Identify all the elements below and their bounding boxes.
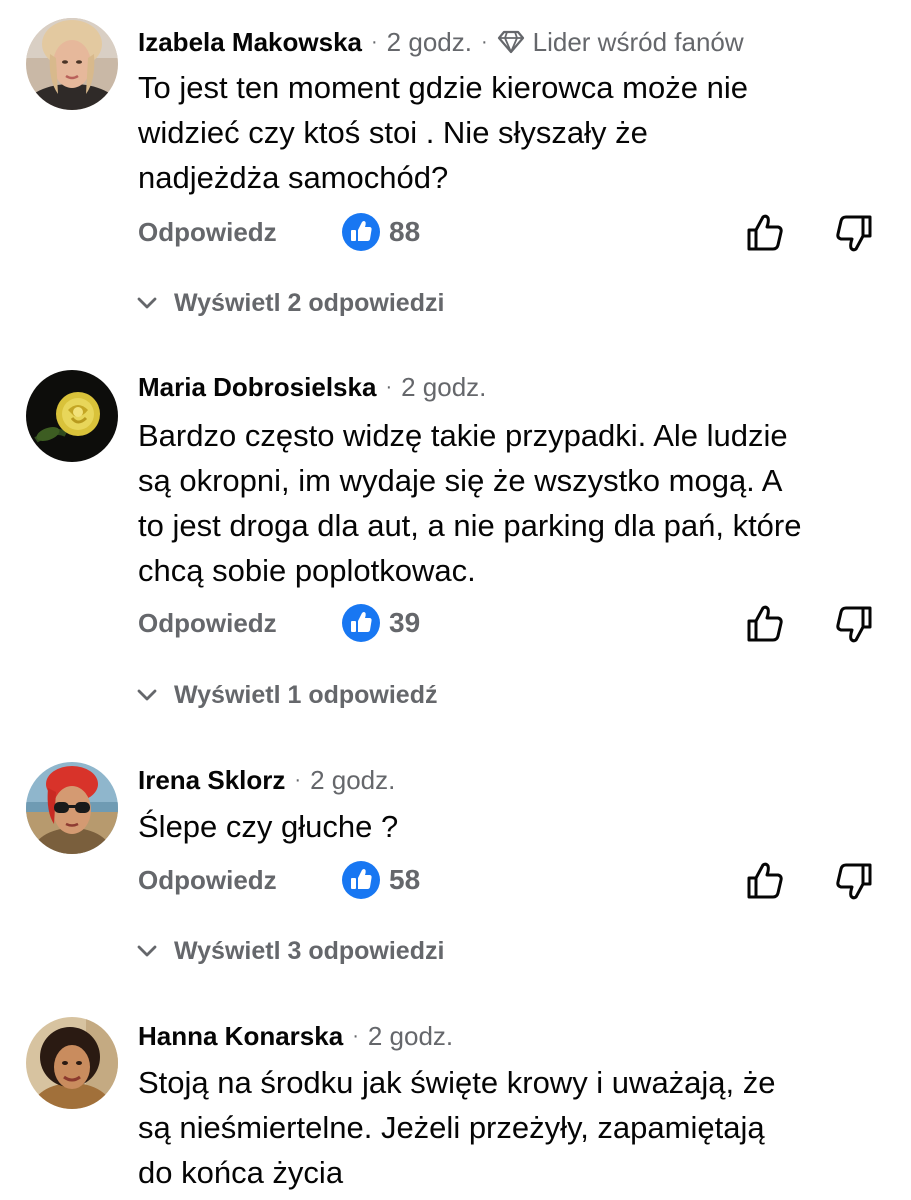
comment-text: To jest ten moment gdzie kierowca może n… <box>138 65 898 200</box>
reaction-summary[interactable]: 39 <box>342 598 420 648</box>
view-replies-button[interactable]: Wyświetl 3 odpowiedzi <box>136 931 444 971</box>
chevron-down-icon <box>137 945 157 957</box>
comment-text-line: nadjeżdża samochód? <box>138 160 449 195</box>
diamond-icon <box>497 30 524 54</box>
avatar[interactable] <box>26 370 118 462</box>
comment-text: Bardzo często widzę takie przypadki. Ale… <box>138 413 898 593</box>
comment-header: Hanna Konarska · 2 godz. <box>138 1016 453 1056</box>
separator-dot: · <box>385 375 393 398</box>
comment-timestamp[interactable]: 2 godz. <box>310 765 395 796</box>
reaction-count: 88 <box>389 216 421 247</box>
thumbs-up-icon[interactable] <box>745 861 785 901</box>
reaction-summary[interactable]: 88 <box>342 207 420 257</box>
comment-actions: Odpowiedz 39 <box>0 598 911 648</box>
view-replies-button[interactable]: Wyświetl 2 odpowiedzi <box>136 283 444 323</box>
fan-badge: Lider wśród fanów <box>497 27 744 58</box>
view-replies-label: Wyświetl 2 odpowiedzi <box>174 288 445 317</box>
comment-text-line: widzieć czy ktoś stoi . Nie słyszały że <box>138 115 648 150</box>
view-replies-button[interactable]: Wyświetl 1 odpowiedź <box>136 675 437 715</box>
comment-text-line: To jest ten moment gdzie kierowca może n… <box>138 70 748 105</box>
reply-button[interactable]: Odpowiedz <box>138 207 277 257</box>
thumbs-down-icon[interactable] <box>834 604 874 644</box>
chevron-down-icon <box>137 297 157 309</box>
reaction-count: 58 <box>389 864 421 895</box>
comment-text-line: Stoją na środku jak święte krowy i uważa… <box>138 1065 776 1100</box>
comment-text-line: chcą sobie poplotkowac. <box>138 553 476 588</box>
author-name[interactable]: Hanna Konarska <box>138 1021 343 1052</box>
author-name[interactable]: Izabela Makowska <box>138 27 362 58</box>
reaction-count: 39 <box>389 607 421 638</box>
comment-text: Stoją na środku jak święte krowy i uważa… <box>138 1060 898 1195</box>
comment-actions: Odpowiedz 58 <box>0 855 911 905</box>
thumbs-up-reaction-icon <box>342 604 380 642</box>
thumbs-up-reaction-icon <box>342 213 380 251</box>
comment-header: Izabela Makowska · 2 godz. · Lider wśród… <box>138 22 744 62</box>
comment-header: Irena Sklorz · 2 godz. <box>138 760 395 800</box>
comment-text-line: są okropni, im wydaje się że wszystko mo… <box>138 463 783 498</box>
thumbs-up-icon[interactable] <box>745 604 785 644</box>
comment-text-line: to jest droga dla aut, a nie parking dla… <box>138 508 802 543</box>
comment-actions: Odpowiedz 88 <box>0 207 911 257</box>
avatar[interactable] <box>26 762 118 854</box>
reply-button[interactable]: Odpowiedz <box>138 598 277 648</box>
comment-text-line: do końca życia <box>138 1155 344 1190</box>
separator-dot: · <box>352 1024 359 1047</box>
view-replies-label: Wyświetl 1 odpowiedź <box>174 680 438 709</box>
reply-button[interactable]: Odpowiedz <box>138 855 277 905</box>
reaction-summary[interactable]: 58 <box>342 855 420 905</box>
badge-label: Lider wśród fanów <box>532 26 744 57</box>
author-name[interactable]: Irena Sklorz <box>138 765 285 796</box>
comment-text-line: Ślepe czy głuche ? <box>138 809 399 844</box>
comment-text-line: są nieśmiertelne. Jeżeli przeżyły, zapam… <box>138 1110 765 1145</box>
separator-dot: · <box>294 768 302 791</box>
avatar[interactable] <box>26 18 118 110</box>
separator-dot: · <box>371 30 378 53</box>
thumbs-up-reaction-icon <box>342 861 380 899</box>
thumbs-down-icon[interactable] <box>834 213 874 253</box>
author-name[interactable]: Maria Dobrosielska <box>138 372 376 403</box>
view-replies-label: Wyświetl 3 odpowiedzi <box>174 936 445 965</box>
comment-header: Maria Dobrosielska · 2 godz. <box>138 367 486 407</box>
thumbs-down-icon[interactable] <box>834 861 874 901</box>
comment-timestamp[interactable]: 2 godz. <box>387 27 472 58</box>
avatar[interactable] <box>26 1017 118 1109</box>
comment-timestamp[interactable]: 2 godz. <box>368 1021 453 1052</box>
comment-text-line: Bardzo często widzę takie przypadki. Ale… <box>138 418 788 453</box>
separator-dot: · <box>480 30 488 53</box>
comment-text: Ślepe czy głuche ? <box>138 804 898 849</box>
chevron-down-icon <box>137 689 157 701</box>
thumbs-up-icon[interactable] <box>745 213 785 253</box>
comment-timestamp[interactable]: 2 godz. <box>401 372 486 403</box>
